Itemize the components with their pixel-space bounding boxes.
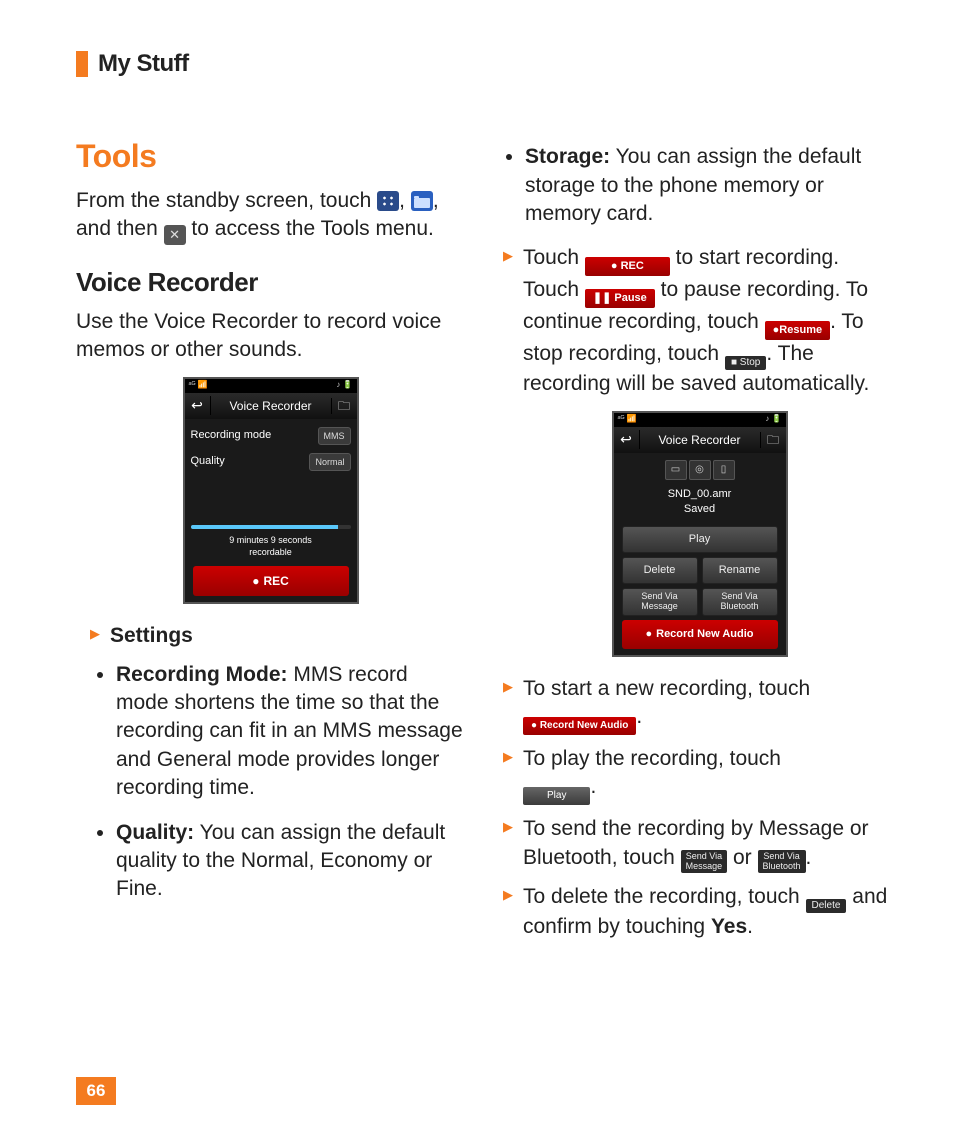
phone-body: ▭ ◎ ▯ SND_00.amr Saved Play Delete Renam…: [614, 453, 786, 655]
intro-text-2: ,: [399, 189, 411, 212]
intro-text-4: to access the Tools menu.: [186, 217, 434, 240]
page-number: 66: [76, 1077, 116, 1105]
phone-screenshot-saved: ᵃᴳ 📶 ♪ 🔋 ↩ Voice Recorder 🗀 ▭ ◎ ▯ SND_00…: [612, 411, 788, 657]
storage-icon[interactable]: ▭: [665, 460, 687, 480]
settings-header-item: Settings: [94, 622, 465, 650]
back-icon[interactable]: ↩: [614, 430, 640, 449]
section-title-voice-recorder: Voice Recorder: [76, 265, 465, 300]
quality-icon[interactable]: ◎: [689, 460, 711, 480]
saved-label: Saved: [684, 503, 715, 515]
signal-icon: ᵃᴳ 📶: [189, 380, 208, 392]
rectext-2: recordable: [249, 547, 292, 557]
rename-button[interactable]: Rename: [702, 557, 778, 584]
saved-file-text: SND_00.amr Saved: [620, 483, 780, 525]
right-column: Storage: You can assign the default stor…: [505, 135, 894, 951]
send-via-bluetooth-button[interactable]: Send ViaBluetooth: [702, 588, 778, 616]
bullet-recording-mode: Recording Mode: MMS record mode shortens…: [116, 661, 465, 803]
apps-grid-icon: [377, 191, 399, 211]
yes-label: Yes: [711, 915, 747, 938]
action-steps: To start a new recording, touch ● Record…: [507, 675, 894, 942]
quality-label: Quality: [191, 454, 225, 469]
step-new-recording: To start a new recording, touch ● Record…: [507, 675, 894, 735]
inline-resume-button: ●Resume: [765, 321, 830, 340]
bullet-bold: Recording Mode:: [116, 663, 288, 686]
step-text: To play the recording, touch: [523, 747, 781, 770]
folder-button-icon[interactable]: 🗀: [760, 432, 786, 448]
mode-icons-row: ▭ ◎ ▯: [620, 457, 780, 483]
step-play: To play the recording, touch Play.: [507, 745, 894, 805]
step-text: or: [733, 846, 758, 869]
bullet-bold: Storage:: [525, 145, 610, 168]
play-button[interactable]: Play: [622, 526, 778, 553]
bullet-bold: Quality:: [116, 821, 194, 844]
left-column: Tools From the standby screen, touch , ,…: [76, 135, 465, 951]
header-title: My Stuff: [98, 48, 189, 80]
settings-bullets: Recording Mode: MMS record mode shortens…: [116, 661, 465, 904]
battery-icon: ♪ 🔋: [765, 414, 781, 426]
inline-rec-button: ● REC: [585, 257, 670, 276]
tools-icon: [164, 225, 186, 245]
header-accent-bar: [76, 51, 88, 77]
step-text: Touch: [523, 246, 585, 269]
device-icon[interactable]: ▯: [713, 460, 735, 480]
rectext-1: 9 minutes 9 seconds: [229, 535, 312, 545]
record-new-audio-button[interactable]: Record New Audio: [622, 620, 778, 649]
inline-send-message-button: Send ViaMessage: [681, 850, 728, 873]
rec-button[interactable]: REC: [193, 566, 349, 596]
phone-body: Recording mode MMS Quality Normal 9 minu…: [185, 419, 357, 603]
folder-icon: [411, 191, 433, 211]
phone-title: Voice Recorder: [211, 398, 331, 414]
storage-bullet-list: Storage: You can assign the default stor…: [525, 143, 894, 228]
voice-recorder-desc: Use the Voice Recorder to record voice m…: [76, 308, 465, 365]
recording-mode-row[interactable]: Recording mode MMS: [191, 423, 351, 449]
step-record: Touch ● REC to start recording. Touch ❚❚…: [507, 244, 894, 398]
recording-steps: Touch ● REC to start recording. Touch ❚❚…: [507, 244, 894, 398]
step-text: .: [747, 915, 753, 938]
battery-icon: ♪ 🔋: [336, 380, 352, 392]
phone-screenshot-settings: ᵃᴳ 📶 ♪ 🔋 ↩ Voice Recorder 🗀 Recording mo…: [183, 377, 359, 605]
quality-row[interactable]: Quality Normal: [191, 449, 351, 475]
inline-send-bluetooth-button: Send ViaBluetooth: [758, 850, 806, 873]
step-text: To delete the recording, touch: [523, 885, 806, 908]
phone-title: Voice Recorder: [640, 432, 760, 448]
delete-button[interactable]: Delete: [622, 557, 698, 584]
bullet-quality: Quality: You can assign the default qual…: [116, 819, 465, 904]
two-column-layout: Tools From the standby screen, touch , ,…: [76, 135, 894, 951]
signal-icon: ᵃᴳ 📶: [618, 414, 637, 426]
inline-delete-button: Delete: [806, 899, 847, 913]
back-icon[interactable]: ↩: [185, 396, 211, 415]
file-name: SND_00.amr: [668, 488, 732, 500]
phone-title-row: ↩ Voice Recorder 🗀: [614, 427, 786, 453]
recording-progress-bar: [191, 525, 351, 529]
phone-status-bar: ᵃᴳ 📶 ♪ 🔋: [185, 379, 357, 393]
page-header: My Stuff: [76, 48, 894, 80]
settings-list: Settings: [94, 622, 465, 650]
inline-stop-button: ■ Stop: [725, 356, 766, 370]
tools-intro: From the standby screen, touch , , and t…: [76, 187, 465, 245]
recnew-label: Record New Audio: [656, 628, 753, 640]
rec-label: REC: [263, 574, 288, 588]
step-send: To send the recording by Message or Blue…: [507, 815, 894, 873]
bullet-storage: Storage: You can assign the default stor…: [525, 143, 894, 228]
step-text: To start a new recording, touch: [523, 677, 810, 700]
send-via-message-button[interactable]: Send ViaMessage: [622, 588, 698, 616]
recording-mode-label: Recording mode: [191, 428, 272, 443]
phone-title-row: ↩ Voice Recorder 🗀: [185, 393, 357, 419]
settings-heading: Settings: [110, 624, 193, 647]
inline-pause-button: ❚❚ Pause: [585, 289, 655, 308]
recording-mode-value[interactable]: MMS: [318, 427, 351, 445]
recordable-time-text: 9 minutes 9 seconds recordable: [191, 532, 351, 564]
step-delete: To delete the recording, touch Delete an…: [507, 883, 894, 941]
inline-play-button: Play: [523, 787, 590, 805]
phone-status-bar: ᵃᴳ 📶 ♪ 🔋: [614, 413, 786, 427]
folder-button-icon[interactable]: 🗀: [331, 398, 357, 414]
inline-record-new-button: ● Record New Audio: [523, 717, 636, 735]
section-title-tools: Tools: [76, 135, 465, 178]
quality-value[interactable]: Normal: [309, 453, 350, 471]
intro-text-1: From the standby screen, touch: [76, 189, 377, 212]
